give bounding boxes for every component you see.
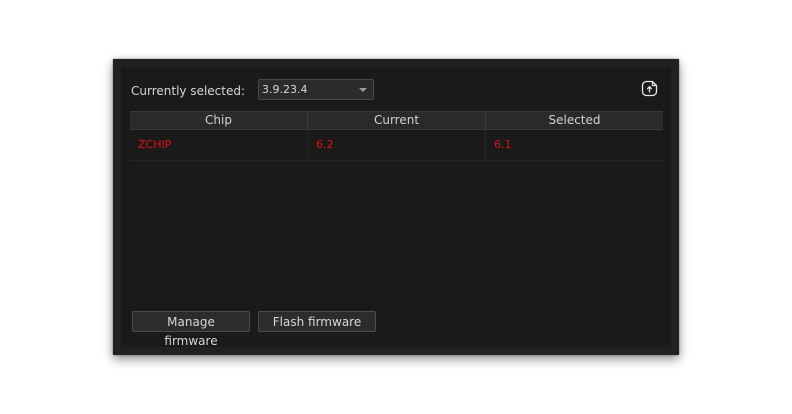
manage-firmware-button[interactable]: Manage firmware <box>132 311 250 348</box>
firmware-window: Currently selected: 3.9.23.4 Chip Curren… <box>113 59 679 355</box>
export-file-icon <box>641 80 658 101</box>
column-header-chip[interactable]: Chip <box>130 112 308 129</box>
table-header: Chip Current Selected <box>130 111 663 130</box>
cell-selected: 6.1 <box>494 138 512 151</box>
currently-selected-label: Currently selected: <box>131 84 246 98</box>
version-select-value: 3.9.23.4 <box>262 83 308 96</box>
flash-firmware-button[interactable]: Flash firmware <box>258 311 376 332</box>
cell-chip: ZCHIP <box>130 130 308 160</box>
chip-table: Chip Current Selected ZCHIP 6.2 6.1 <box>130 111 663 161</box>
chevron-down-icon <box>359 88 367 92</box>
column-header-selected[interactable]: Selected <box>486 112 663 129</box>
version-select[interactable]: 3.9.23.4 <box>258 79 374 100</box>
firmware-panel: Currently selected: 3.9.23.4 Chip Curren… <box>121 67 671 348</box>
column-header-current[interactable]: Current <box>308 112 486 129</box>
cell-current: 6.2 <box>308 130 486 160</box>
export-button[interactable] <box>639 80 659 100</box>
table-row[interactable]: ZCHIP 6.2 6.1 <box>130 130 663 161</box>
